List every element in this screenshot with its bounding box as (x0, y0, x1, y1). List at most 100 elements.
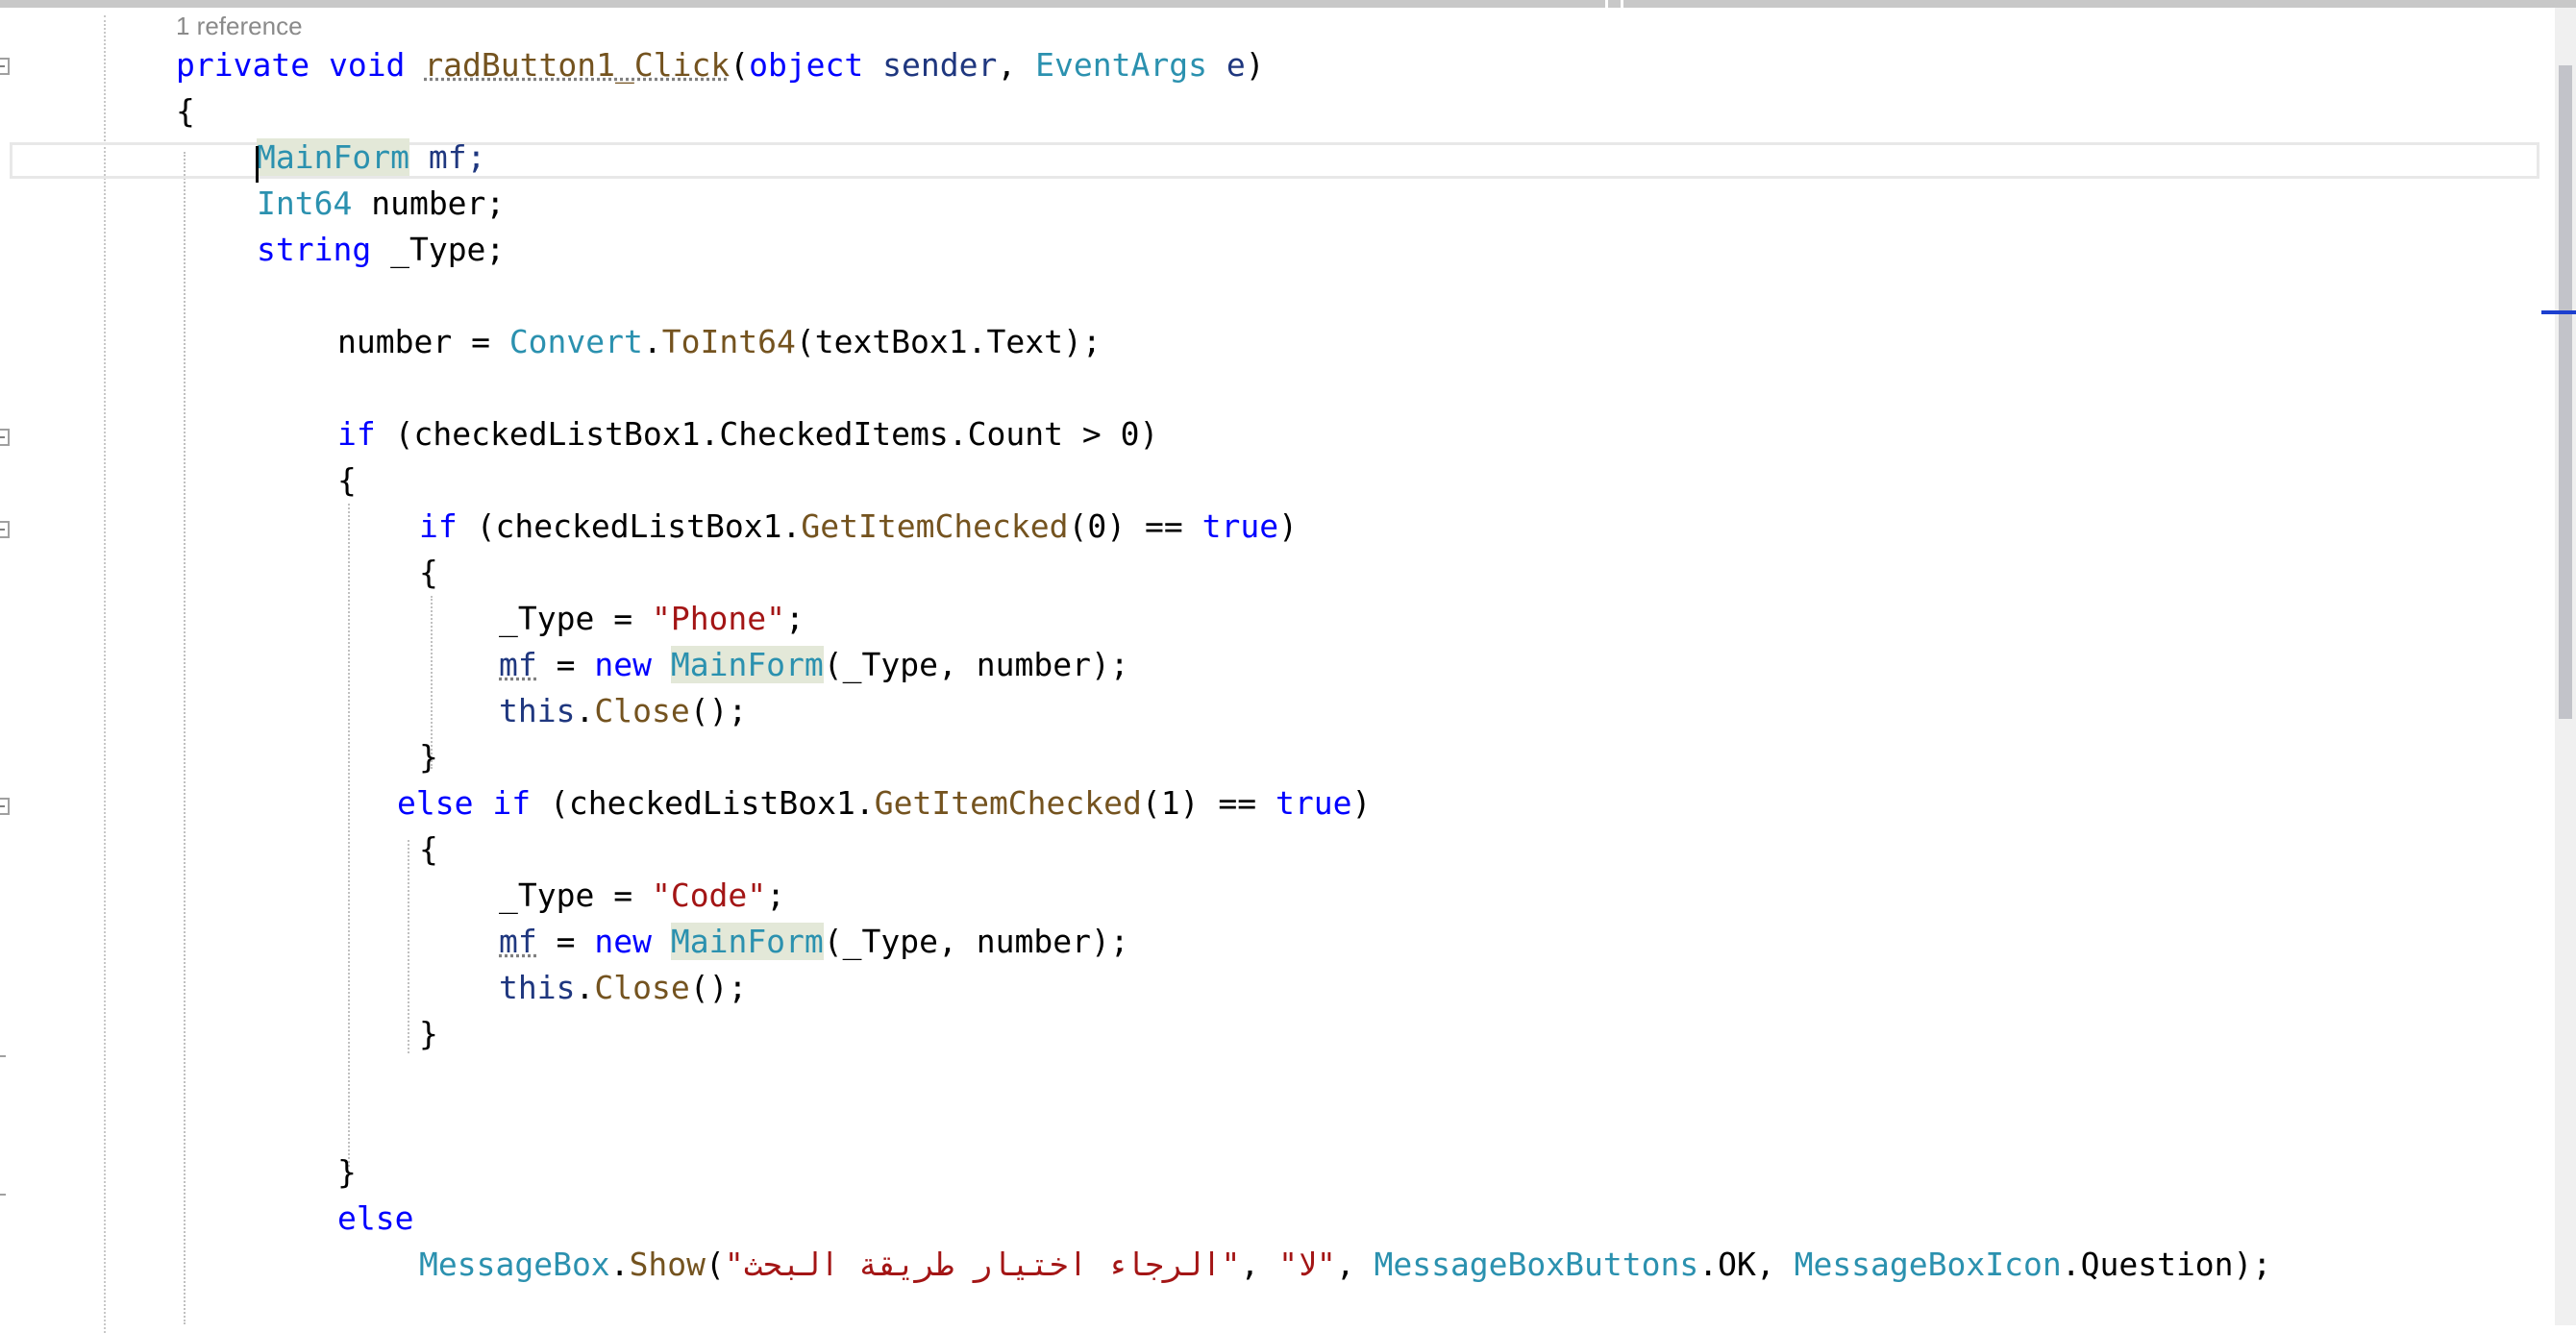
token-keyword: new (594, 646, 652, 683)
token-keyword: if (419, 507, 458, 545)
code-line-else-if-item1[interactable]: else if (checkedListBox1.GetItemChecked(… (397, 780, 1371, 827)
token-keyword: this (499, 692, 576, 729)
token-type: MainForm (670, 923, 824, 960)
collapse-method-icon[interactable] (0, 58, 10, 75)
scrollbar-caret-marker (2541, 310, 2576, 314)
code-line-brace[interactable]: } (419, 1011, 438, 1057)
token-text: (); (689, 969, 748, 1006)
code-editor[interactable]: 1 reference private void radButton1_Clic… (0, 8, 2576, 1333)
token-type: MessageBoxButtons (1374, 1246, 1699, 1283)
token-text: .OK, (1698, 1246, 1795, 1283)
token-keyword: this (499, 969, 576, 1006)
token-punct: ) (1278, 507, 1298, 545)
token-keyword: true (1275, 784, 1352, 822)
indent-guide (408, 840, 409, 1053)
token-punct: ) (1245, 46, 1265, 84)
code-line-code-assign[interactable]: _Type = "Code"; (499, 873, 785, 919)
code-line-brace[interactable]: { (337, 457, 357, 504)
token-text: .Question); (2061, 1246, 2272, 1283)
code-line-this-close[interactable]: this.Close(); (499, 965, 747, 1011)
token-punct: ) (1351, 784, 1372, 822)
token-method-name: Close (594, 969, 690, 1006)
token-text: _Type = (499, 600, 652, 637)
token-type: Int64 (257, 185, 353, 222)
token-text: _Type = (499, 876, 652, 914)
code-line-type-declaration[interactable]: string _Type; (257, 227, 505, 273)
code-line-brace[interactable]: { (419, 550, 438, 596)
token-text: (textBox1.Text); (795, 323, 1102, 360)
token-text: _Type; (371, 231, 506, 268)
codelens-references[interactable]: 1 reference (176, 12, 303, 41)
code-line-this-close[interactable]: this.Close(); (499, 688, 747, 734)
token-string: "Code" (651, 876, 767, 914)
token-keyword: else (397, 784, 474, 822)
code-line-number-declaration[interactable]: Int64 number; (257, 181, 505, 227)
code-line-new-mainform[interactable]: mf = new MainForm(_Type, number); (499, 642, 1129, 688)
token-keyword: string (257, 231, 372, 268)
token-keyword: true (1201, 507, 1279, 545)
token-punct: . (609, 1246, 630, 1283)
token-string: "الرجاء اختيار طريقة البحث" (724, 1246, 1241, 1283)
token-keyword: object (749, 46, 864, 84)
token-punct: , (1335, 1246, 1375, 1283)
method-signature[interactable]: private void radButton1_Click(object sen… (176, 42, 1265, 88)
token-type: Convert (508, 323, 643, 360)
collapse-else-if-icon[interactable] (0, 798, 10, 815)
token-method-name: radButton1_Click (424, 46, 731, 84)
code-line-mf-declaration[interactable]: MainForm mf; (257, 135, 485, 181)
outline-end-tick (0, 1055, 6, 1057)
token-keyword: private (176, 46, 310, 84)
code-line-if-count[interactable]: if (checkedListBox1.CheckedItems.Count >… (337, 411, 1158, 457)
text-caret (256, 146, 259, 183)
token-punct: . (575, 692, 595, 729)
indent-guide (184, 152, 186, 1324)
token-text: (_Type, number); (823, 923, 1129, 960)
token-text: (checkedListBox1. (531, 784, 875, 822)
code-line-brace[interactable]: } (419, 734, 438, 780)
token-text: = (536, 923, 595, 960)
token-param: sender (882, 46, 998, 84)
collapse-if-icon[interactable] (0, 429, 10, 446)
token-type: MainForm (670, 646, 824, 683)
vertical-scrollbar[interactable] (2555, 8, 2576, 1325)
token-string: "Phone" (651, 600, 786, 637)
token-text: number = (337, 323, 509, 360)
token-keyword: if (492, 784, 532, 822)
token-method-name: Show (629, 1246, 706, 1283)
token-text: = (536, 646, 595, 683)
token-text: (1) == (1141, 784, 1276, 822)
token-type: EventArgs (1035, 46, 1207, 84)
code-line-brace[interactable]: { (419, 827, 438, 873)
token-text: (); (689, 692, 748, 729)
token-type: MessageBox (419, 1246, 610, 1283)
indent-guide (348, 504, 350, 1167)
token-text: (checkedListBox1. (457, 507, 802, 545)
token-method-name: Close (594, 692, 690, 729)
code-line-phone-assign[interactable]: _Type = "Phone"; (499, 596, 805, 642)
token-local: mf (499, 923, 537, 960)
code-line-convert[interactable]: number = Convert.ToInt64(textBox1.Text); (337, 319, 1102, 365)
code-line-if-item0[interactable]: if (checkedListBox1.GetItemChecked(0) ==… (419, 504, 1298, 550)
code-line-else[interactable]: else (337, 1196, 413, 1242)
code-line-brace[interactable]: { (176, 88, 195, 135)
token-text: (checkedListBox1.CheckedItems.Count > 0) (375, 415, 1159, 453)
token-punct: , (997, 46, 1036, 84)
token-keyword: new (594, 923, 652, 960)
token-method-name: GetItemChecked (801, 507, 1069, 545)
token-keyword: if (337, 415, 376, 453)
collapse-inner-if-icon[interactable] (0, 521, 10, 538)
token-punct: . (642, 323, 662, 360)
code-line-new-mainform[interactable]: mf = new MainForm(_Type, number); (499, 919, 1129, 965)
token-keyword: void (328, 46, 406, 84)
token-text: number; (352, 185, 506, 222)
token-type: MessageBoxIcon (1794, 1246, 2062, 1283)
window-top-border (0, 0, 2576, 8)
code-line-messagebox[interactable]: MessageBox.Show("الرجاء اختيار طريقة الب… (419, 1242, 2271, 1288)
token-text: (_Type, number); (823, 646, 1129, 683)
scrollbar-thumb[interactable] (2559, 65, 2572, 719)
token-punct: ( (706, 1246, 725, 1283)
code-line-brace[interactable]: } (337, 1149, 357, 1196)
